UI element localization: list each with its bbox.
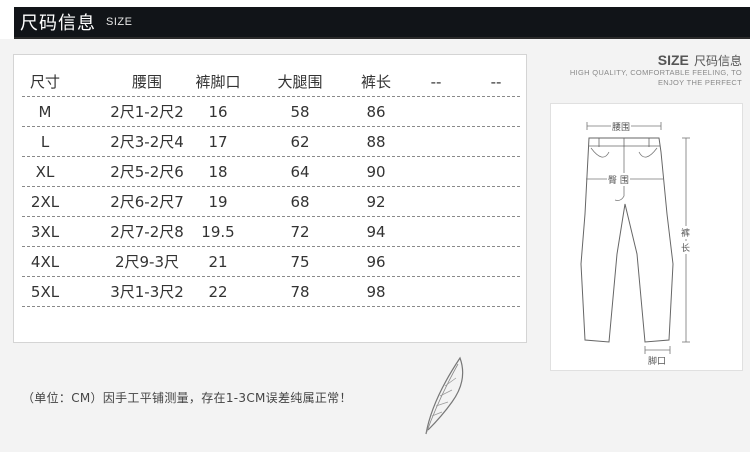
figure-heading-en: SIZE bbox=[657, 52, 689, 68]
table-cell: 17 bbox=[208, 133, 228, 151]
table-cell: 86 bbox=[366, 103, 386, 121]
pants-outline bbox=[580, 137, 674, 343]
figure-heading: SIZE 尺码信息 bbox=[562, 50, 742, 69]
table-row: M 2尺1-2尺2 16 58 86 bbox=[14, 97, 528, 127]
figure-heading-cn: 尺码信息 bbox=[693, 54, 742, 68]
table-cell: 96 bbox=[366, 253, 386, 271]
table-cell: 22 bbox=[208, 283, 228, 301]
table-cell: 18 bbox=[208, 163, 228, 181]
feather-icon bbox=[425, 356, 464, 435]
column-header: 裤长 bbox=[360, 73, 391, 91]
table-cell: 75 bbox=[290, 253, 310, 271]
table-cell: XL bbox=[35, 163, 55, 181]
tagline-line-2: ENJOY THE PERFECT bbox=[657, 78, 742, 87]
table-cell: 4XL bbox=[30, 253, 60, 271]
pants-figure-card: 腰围 臀 围 裤 长 脚口 bbox=[550, 103, 743, 371]
table-cell: L bbox=[40, 133, 50, 151]
row-divider bbox=[22, 306, 520, 307]
table-cell: 19.5 bbox=[201, 223, 235, 241]
table-cell: 90 bbox=[366, 163, 386, 181]
label-hem: 脚口 bbox=[647, 354, 668, 367]
table-row: 2XL 2尺6-2尺7 19 68 92 bbox=[14, 187, 528, 217]
table-cell: 5XL bbox=[30, 283, 60, 301]
table-cell: 78 bbox=[290, 283, 310, 301]
label-waist: 腰围 bbox=[611, 120, 632, 133]
header-bar: 尺码信息 SIZE bbox=[0, 0, 750, 39]
column-header: 尺寸 bbox=[29, 73, 60, 91]
table-cell: 19 bbox=[208, 193, 228, 211]
table-cell: 98 bbox=[366, 283, 386, 301]
table-cell: 21 bbox=[208, 253, 228, 271]
pants-diagram bbox=[580, 122, 690, 354]
table-cell: M bbox=[38, 103, 52, 121]
label-thigh: 臀 围 bbox=[607, 173, 630, 186]
table-cell: 92 bbox=[366, 193, 386, 211]
table-row: XL 2尺5-2尺6 18 64 90 bbox=[14, 157, 528, 187]
table-header-row: 尺寸 腰围 裤脚口 大腿围 裤长 -- -- bbox=[14, 67, 528, 97]
table-cell: 72 bbox=[290, 223, 310, 241]
table-cell: 64 bbox=[290, 163, 310, 181]
column-header: -- bbox=[490, 73, 502, 91]
figure-tagline: HIGH QUALITY, COMFORTABLE FEELING, TO EN… bbox=[552, 68, 742, 88]
label-length-2: 长 bbox=[680, 241, 692, 254]
table-cell: 62 bbox=[290, 133, 310, 151]
column-header: -- bbox=[430, 73, 442, 91]
table-row: 4XL 2尺9-3尺 21 75 96 bbox=[14, 247, 528, 277]
table-cell: 16 bbox=[208, 103, 228, 121]
table-row: 3XL 2尺7-2尺8 19.5 72 94 bbox=[14, 217, 528, 247]
table-cell: 2XL bbox=[30, 193, 60, 211]
table-cell: 94 bbox=[366, 223, 386, 241]
size-table-card: 尺寸 腰围 裤脚口 大腿围 裤长 -- -- M 2尺1-2尺2 16 58 86 L 2尺3-2尺4 17… bbox=[13, 54, 527, 343]
table-cell: 88 bbox=[366, 133, 386, 151]
header-subtitle: SIZE bbox=[106, 16, 133, 28]
table-row: L 2尺3-2尺4 17 62 88 bbox=[14, 127, 528, 157]
tagline-line-1: HIGH QUALITY, COMFORTABLE FEELING, TO bbox=[569, 68, 742, 77]
table-cell: 3XL bbox=[30, 223, 60, 241]
measurement-footnote: （单位：CM）因手工平铺测量，存在1-3CM误差纯属正常！ bbox=[22, 391, 352, 405]
table-row: 5XL 3尺1-3尺2 22 78 98 bbox=[14, 277, 528, 307]
column-header: 裤脚口 bbox=[195, 73, 241, 91]
header-title-bar: 尺码信息 SIZE bbox=[14, 7, 750, 37]
table-cell: 58 bbox=[290, 103, 310, 121]
label-length-1: 裤 bbox=[680, 226, 692, 239]
header-title: 尺码信息 bbox=[20, 13, 96, 34]
table-cell: 68 bbox=[290, 193, 310, 211]
column-header: 大腿围 bbox=[277, 73, 323, 91]
